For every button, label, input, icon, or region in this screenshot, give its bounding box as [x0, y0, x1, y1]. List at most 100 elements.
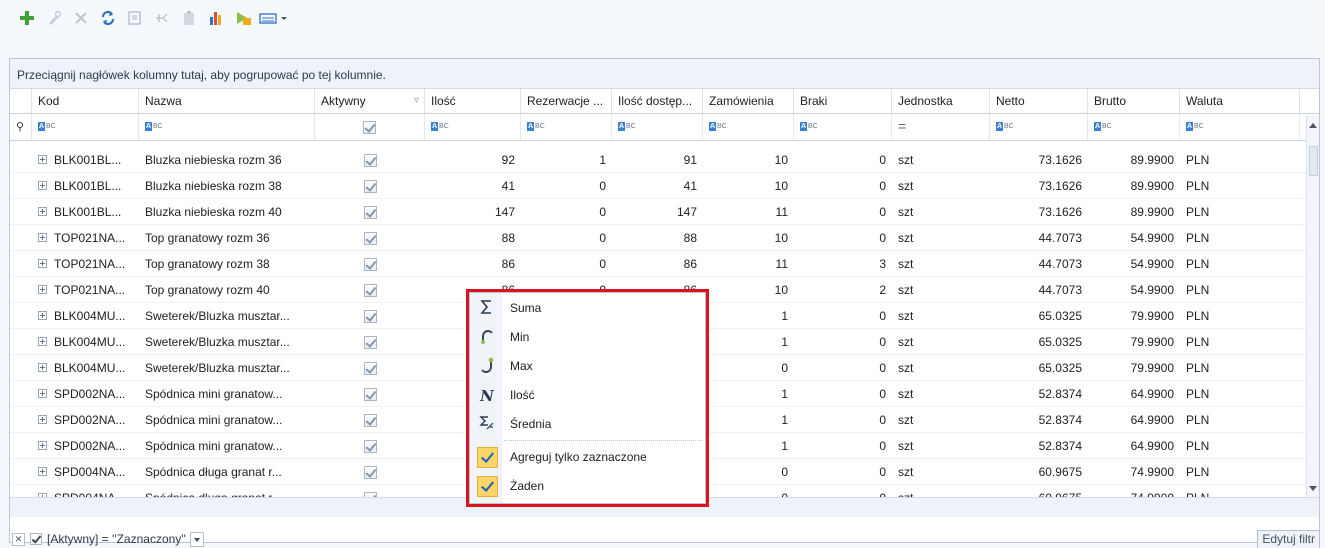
add-icon[interactable] — [14, 5, 40, 31]
cell-brutto[interactable]: 64.9900 — [1088, 433, 1180, 459]
active-checkbox[interactable] — [363, 414, 377, 428]
refresh-icon[interactable] — [95, 5, 121, 31]
cell-netto[interactable]: 60.9675 — [990, 459, 1088, 485]
cell-kod[interactable]: SPD002NA... — [32, 407, 139, 433]
cell-zamowienia[interactable]: 10 — [703, 225, 794, 251]
column-header-ilosc-dostepna[interactable]: Ilość dostęp... — [612, 89, 703, 113]
filter-history-dropdown[interactable] — [189, 531, 204, 547]
cell-zamowienia[interactable]: 1 — [703, 329, 794, 355]
cell-kod[interactable]: BLK004MU... — [32, 329, 139, 355]
cell-zamowienia[interactable]: 10 — [703, 277, 794, 303]
filter-expression[interactable]: [Aktywny] = ''Zaznaczony'' — [47, 532, 186, 546]
cell-ilosc-dostepna[interactable]: 147 — [612, 199, 703, 225]
filter-cell-brutto[interactable]: A BC — [1088, 115, 1180, 140]
cell-ilosc[interactable]: 147 — [425, 199, 521, 225]
cell-nazwa[interactable]: Spódnica mini granatow... — [139, 433, 315, 459]
cell-zamowienia[interactable]: 1 — [703, 303, 794, 329]
filter-cell-waluta[interactable]: A BC — [1180, 115, 1300, 140]
edit-filter-button[interactable]: Edytuj filtr — [1257, 530, 1320, 548]
active-checkbox[interactable] — [363, 310, 377, 324]
cell-brutto[interactable]: 74.9900 — [1088, 459, 1180, 485]
expand-row-icon[interactable] — [38, 389, 47, 398]
cell-aktywny[interactable] — [315, 355, 425, 381]
cell-jednostka[interactable]: szt — [892, 329, 990, 355]
menu-item-suma[interactable]: Suma — [470, 294, 705, 323]
cell-aktywny[interactable] — [315, 225, 425, 251]
cell-brutto[interactable]: 64.9900 — [1088, 381, 1180, 407]
column-header-brutto[interactable]: Brutto — [1088, 89, 1180, 113]
cell-waluta[interactable]: PLN — [1180, 485, 1300, 497]
cell-waluta[interactable]: PLN — [1180, 147, 1300, 173]
expand-row-icon[interactable] — [38, 311, 47, 320]
cell-ilosc[interactable]: 41 — [425, 173, 521, 199]
active-checkbox[interactable] — [363, 466, 377, 480]
cell-nazwa[interactable]: Top granatowy rozm 40 — [139, 277, 315, 303]
active-checkbox[interactable] — [363, 362, 377, 376]
active-checkbox[interactable] — [363, 180, 377, 194]
cell-ilosc[interactable]: 86 — [425, 251, 521, 277]
menu-item-srednia[interactable]: Średnia — [470, 410, 705, 439]
expand-row-icon[interactable] — [38, 285, 47, 294]
active-checkbox[interactable] — [363, 154, 377, 168]
cell-netto[interactable]: 65.0325 — [990, 355, 1088, 381]
active-checkbox[interactable] — [363, 258, 377, 272]
scroll-down-icon[interactable] — [1309, 486, 1317, 491]
cell-waluta[interactable]: PLN — [1180, 433, 1300, 459]
filter-cell-nazwa[interactable]: A BC — [139, 115, 315, 140]
cell-jednostka[interactable]: szt — [892, 225, 990, 251]
cell-ilosc[interactable]: 88 — [425, 225, 521, 251]
cell-jednostka[interactable]: szt — [892, 485, 990, 497]
table-row[interactable]: TOP021NA... Top granatowy rozm 36 88 0 88 10 0… — [10, 225, 1306, 251]
cell-waluta[interactable]: PLN — [1180, 329, 1300, 355]
column-header-netto[interactable]: Netto — [990, 89, 1088, 113]
cell-aktywny[interactable] — [315, 459, 425, 485]
scroll-thumb[interactable] — [1309, 146, 1318, 176]
cell-jednostka[interactable]: szt — [892, 407, 990, 433]
cell-kod[interactable]: SPD002NA... — [32, 381, 139, 407]
expand-row-icon[interactable] — [38, 441, 47, 450]
cell-jednostka[interactable]: szt — [892, 251, 990, 277]
active-checkbox[interactable] — [363, 336, 377, 350]
expand-row-icon[interactable] — [38, 415, 47, 424]
cell-brutto[interactable]: 79.9900 — [1088, 355, 1180, 381]
cell-ilosc-dostepna[interactable]: 91 — [612, 147, 703, 173]
cell-netto[interactable]: 73.1626 — [990, 173, 1088, 199]
active-checkbox[interactable] — [363, 440, 377, 454]
cell-aktywny[interactable] — [315, 329, 425, 355]
cell-aktywny[interactable] — [315, 173, 425, 199]
filter-cell-kod[interactable]: A BC — [32, 115, 139, 140]
vertical-scrollbar[interactable] — [1306, 115, 1319, 497]
cell-aktywny[interactable] — [315, 433, 425, 459]
cell-nazwa[interactable]: Sweterek/Bluzka musztar... — [139, 329, 315, 355]
filter-cell-aktywny[interactable] — [315, 115, 425, 140]
menu-item-zaden[interactable]: Żaden — [470, 472, 705, 501]
cell-braki[interactable]: 0 — [794, 459, 892, 485]
cell-jednostka[interactable]: szt — [892, 355, 990, 381]
cell-netto[interactable]: 52.8374 — [990, 381, 1088, 407]
table-row[interactable]: TOP021NA... Top granatowy rozm 38 86 0 86 11 3… — [10, 251, 1306, 277]
cell-jednostka[interactable]: szt — [892, 303, 990, 329]
cell-nazwa[interactable]: Top granatowy rozm 36 — [139, 225, 315, 251]
cell-kod[interactable]: SPD002NA... — [32, 433, 139, 459]
table-row[interactable]: BLK001BL... Bluzka niebieska rozm 40 147 0 1… — [10, 199, 1306, 225]
cell-zamowienia[interactable]: 10 — [703, 173, 794, 199]
cell-braki[interactable]: 0 — [794, 407, 892, 433]
cell-zamowienia[interactable]: 0 — [703, 355, 794, 381]
cell-kod[interactable]: SPD004NA... — [32, 459, 139, 485]
cell-kod[interactable]: BLK001BL... — [32, 199, 139, 225]
chart-icon[interactable] — [203, 5, 229, 31]
cell-aktywny[interactable] — [315, 147, 425, 173]
cell-zamowienia[interactable]: 1 — [703, 433, 794, 459]
filter-cell-braki[interactable]: A BC — [794, 115, 892, 140]
cell-ilosc-dostepna[interactable]: 41 — [612, 173, 703, 199]
cell-jednostka[interactable]: szt — [892, 173, 990, 199]
filter-cell-ilosc-dostepna[interactable]: A BC — [612, 115, 703, 140]
column-header-nazwa[interactable]: Nazwa — [139, 89, 315, 113]
cell-brutto[interactable]: 89.9900 — [1088, 199, 1180, 225]
cell-waluta[interactable]: PLN — [1180, 225, 1300, 251]
cell-nazwa[interactable]: Spódnica długa granat r... — [139, 459, 315, 485]
cell-brutto[interactable]: 89.9900 — [1088, 173, 1180, 199]
cell-zamowienia[interactable]: 1 — [703, 407, 794, 433]
cell-kod[interactable]: BLK004MU... — [32, 355, 139, 381]
cell-ilosc[interactable]: 92 — [425, 147, 521, 173]
